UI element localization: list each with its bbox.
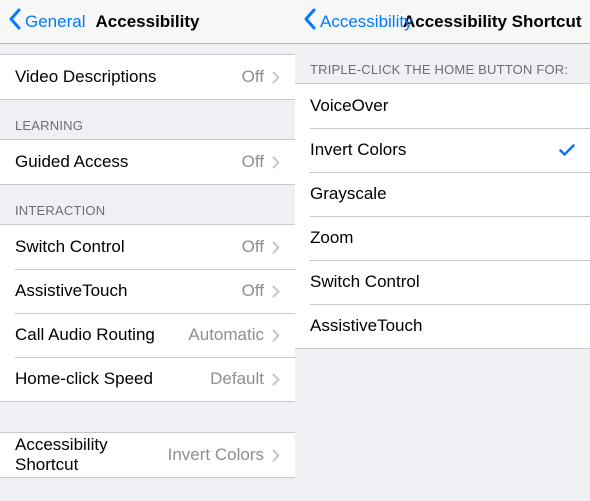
row-label: Guided Access	[15, 152, 242, 172]
accessibility-screen: General Accessibility Video Descriptions…	[0, 0, 295, 501]
option-label: Zoom	[310, 228, 575, 248]
chevron-left-icon	[8, 8, 25, 35]
option-switch-control[interactable]: Switch Control	[295, 260, 590, 304]
row-label: Home-click Speed	[15, 369, 210, 389]
row-assistive-touch[interactable]: AssistiveTouch Off	[0, 269, 295, 313]
option-assistive-touch[interactable]: AssistiveTouch	[295, 304, 590, 348]
row-label: Accessibility Shortcut	[15, 435, 168, 475]
option-zoom[interactable]: Zoom	[295, 216, 590, 260]
chevron-right-icon	[272, 285, 280, 298]
chevron-left-icon	[303, 8, 320, 35]
chevron-right-icon	[272, 71, 280, 84]
row-home-click-speed[interactable]: Home-click Speed Default	[0, 357, 295, 401]
chevron-right-icon	[272, 449, 280, 462]
back-button[interactable]: Accessibility	[303, 8, 413, 35]
group-shortcut: Accessibility Shortcut Invert Colors	[0, 432, 295, 478]
option-label: Switch Control	[310, 272, 575, 292]
check-icon	[559, 143, 575, 157]
option-label: Grayscale	[310, 184, 575, 204]
row-label: Video Descriptions	[15, 67, 242, 87]
option-label: AssistiveTouch	[310, 316, 575, 336]
chevron-right-icon	[272, 156, 280, 169]
group-options: VoiceOver Invert Colors Grayscale Zoom S…	[295, 83, 590, 349]
group-interaction: Switch Control Off AssistiveTouch Off Ca…	[0, 224, 295, 402]
section-header-tripleclick: TRIPLE-CLICK THE HOME BUTTON FOR:	[295, 44, 590, 83]
row-value: Off	[242, 152, 264, 172]
row-accessibility-shortcut[interactable]: Accessibility Shortcut Invert Colors	[0, 433, 295, 477]
row-label: Switch Control	[15, 237, 242, 257]
row-value: Default	[210, 369, 264, 389]
option-label: Invert Colors	[310, 140, 559, 160]
chevron-right-icon	[272, 241, 280, 254]
option-label: VoiceOver	[310, 96, 575, 116]
back-label: Accessibility	[320, 12, 413, 32]
section-header-interaction: INTERACTION	[0, 185, 295, 224]
row-video-descriptions[interactable]: Video Descriptions Off	[0, 55, 295, 99]
section-header-learning: LEARNING	[0, 100, 295, 139]
row-label: Call Audio Routing	[15, 325, 188, 345]
option-voiceover[interactable]: VoiceOver	[295, 84, 590, 128]
row-value: Off	[242, 237, 264, 257]
back-label: General	[25, 12, 85, 32]
row-label: AssistiveTouch	[15, 281, 242, 301]
row-guided-access[interactable]: Guided Access Off	[0, 140, 295, 184]
navbar: Accessibility Accessibility Shortcut	[295, 0, 590, 44]
row-switch-control[interactable]: Switch Control Off	[0, 225, 295, 269]
group-learning: Guided Access Off	[0, 139, 295, 185]
row-call-audio-routing[interactable]: Call Audio Routing Automatic	[0, 313, 295, 357]
option-invert-colors[interactable]: Invert Colors	[295, 128, 590, 172]
row-value: Automatic	[188, 325, 264, 345]
row-value: Off	[242, 67, 264, 87]
chevron-right-icon	[272, 329, 280, 342]
row-value: Off	[242, 281, 264, 301]
back-button[interactable]: General	[8, 8, 85, 35]
row-value: Invert Colors	[168, 445, 264, 465]
option-grayscale[interactable]: Grayscale	[295, 172, 590, 216]
navbar: General Accessibility	[0, 0, 295, 44]
group-video: Video Descriptions Off	[0, 54, 295, 100]
accessibility-shortcut-screen: Accessibility Accessibility Shortcut TRI…	[295, 0, 590, 501]
chevron-right-icon	[272, 373, 280, 386]
